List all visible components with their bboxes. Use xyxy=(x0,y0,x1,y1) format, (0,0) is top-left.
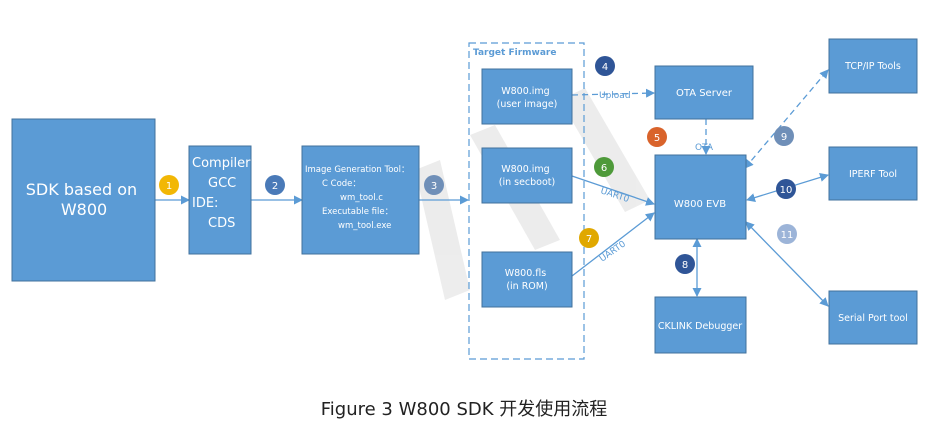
node-rom-image-line1: W800.fls xyxy=(505,268,547,279)
node-user-image-line2: (user image) xyxy=(497,99,558,110)
step-badge-5-label: 5 xyxy=(654,133,660,144)
step-badge-10-label: 10 xyxy=(780,185,793,196)
node-image-tool-line3: wm_tool.c xyxy=(340,193,383,203)
node-secboot-image-line1: W800.img xyxy=(501,164,549,175)
node-secboot-image: W800.img (in secboot) xyxy=(481,147,573,204)
step-badge-1-label: 1 xyxy=(166,181,172,192)
figure-caption: Figure 3 W800 SDK 开发使用流程 xyxy=(320,399,608,420)
step-badge-7-label: 7 xyxy=(586,234,592,245)
step-badge-2-label: 2 xyxy=(272,181,278,192)
node-tcpip-label: TCP/IP Tools xyxy=(844,61,901,72)
edge-label-ota: OTA xyxy=(695,143,714,153)
step-badge-4-label: 4 xyxy=(602,62,608,73)
node-image-tool-line2: C Code： xyxy=(322,179,361,189)
node-rom-image-line2: (in ROM) xyxy=(506,281,547,292)
node-compiler-line3: IDE: xyxy=(192,196,218,211)
edge-label-upload: Upload xyxy=(599,91,631,101)
node-evb: W800 EVB xyxy=(654,154,747,240)
node-image-tool-line5: wm_tool.exe xyxy=(338,221,391,231)
step-badge-10: 10 xyxy=(776,179,796,199)
node-compiler-line4: CDS xyxy=(208,216,235,231)
node-user-image-line1: W800.img xyxy=(501,86,549,97)
node-evb-label: W800 EVB xyxy=(674,199,726,210)
edge-evb-tcpip xyxy=(744,69,829,169)
step-badge-5: 5 xyxy=(647,127,667,147)
node-sdk-line2: W800 xyxy=(61,200,107,219)
step-badge-9: 9 xyxy=(774,126,794,146)
node-compiler-line1: Compiler: xyxy=(192,156,255,171)
node-image-tool-line4: Executable file： xyxy=(322,207,393,217)
step-badge-7: 7 xyxy=(579,228,599,248)
step-badge-11-label: 11 xyxy=(781,230,794,241)
step-badge-11: 11 xyxy=(777,224,797,244)
node-image-tool-line1: Image Generation Tool： xyxy=(305,165,409,175)
step-badge-3-label: 3 xyxy=(431,181,437,192)
node-image-tool: Image Generation Tool： C Code： wm_tool.c… xyxy=(301,145,420,255)
step-badge-4: 4 xyxy=(595,56,615,76)
step-badge-6-label: 6 xyxy=(601,163,607,174)
node-iperf: IPERF Tool xyxy=(828,146,918,201)
step-badge-8: 8 xyxy=(675,254,695,274)
node-ota-server: OTA Server xyxy=(654,65,754,120)
node-cklink-label: CKLINK Debugger xyxy=(658,321,742,332)
node-cklink: CKLINK Debugger xyxy=(654,296,747,354)
node-sdk: SDK based on W800 xyxy=(11,118,156,282)
flow-diagram: Target Firmware Upload OTA UART0 UART0 S… xyxy=(11,38,918,360)
node-sdk-line1: SDK based on xyxy=(26,180,137,199)
node-iperf-label: IPERF Tool xyxy=(849,169,897,180)
node-compiler-line2: GCC xyxy=(208,176,236,191)
node-secboot-image-line2: (in secboot) xyxy=(499,177,556,188)
step-badge-6: 6 xyxy=(594,157,614,177)
node-serial-label: Serial Port tool xyxy=(838,313,908,324)
node-ota-server-label: OTA Server xyxy=(676,88,733,99)
node-compiler: Compiler: GCC IDE: CDS xyxy=(188,145,255,255)
step-badge-3: 3 xyxy=(424,175,444,195)
node-rom-image: W800.fls (in ROM) xyxy=(481,251,573,308)
node-user-image: W800.img (user image) xyxy=(481,68,573,125)
node-serial: Serial Port tool xyxy=(828,290,918,345)
node-tcpip: TCP/IP Tools xyxy=(828,38,918,94)
step-badge-2: 2 xyxy=(265,175,285,195)
step-badge-8-label: 8 xyxy=(682,260,688,271)
target-firmware-title: Target Firmware xyxy=(473,48,556,58)
step-badge-1: 1 xyxy=(159,175,179,195)
step-badge-9-label: 9 xyxy=(781,132,787,143)
